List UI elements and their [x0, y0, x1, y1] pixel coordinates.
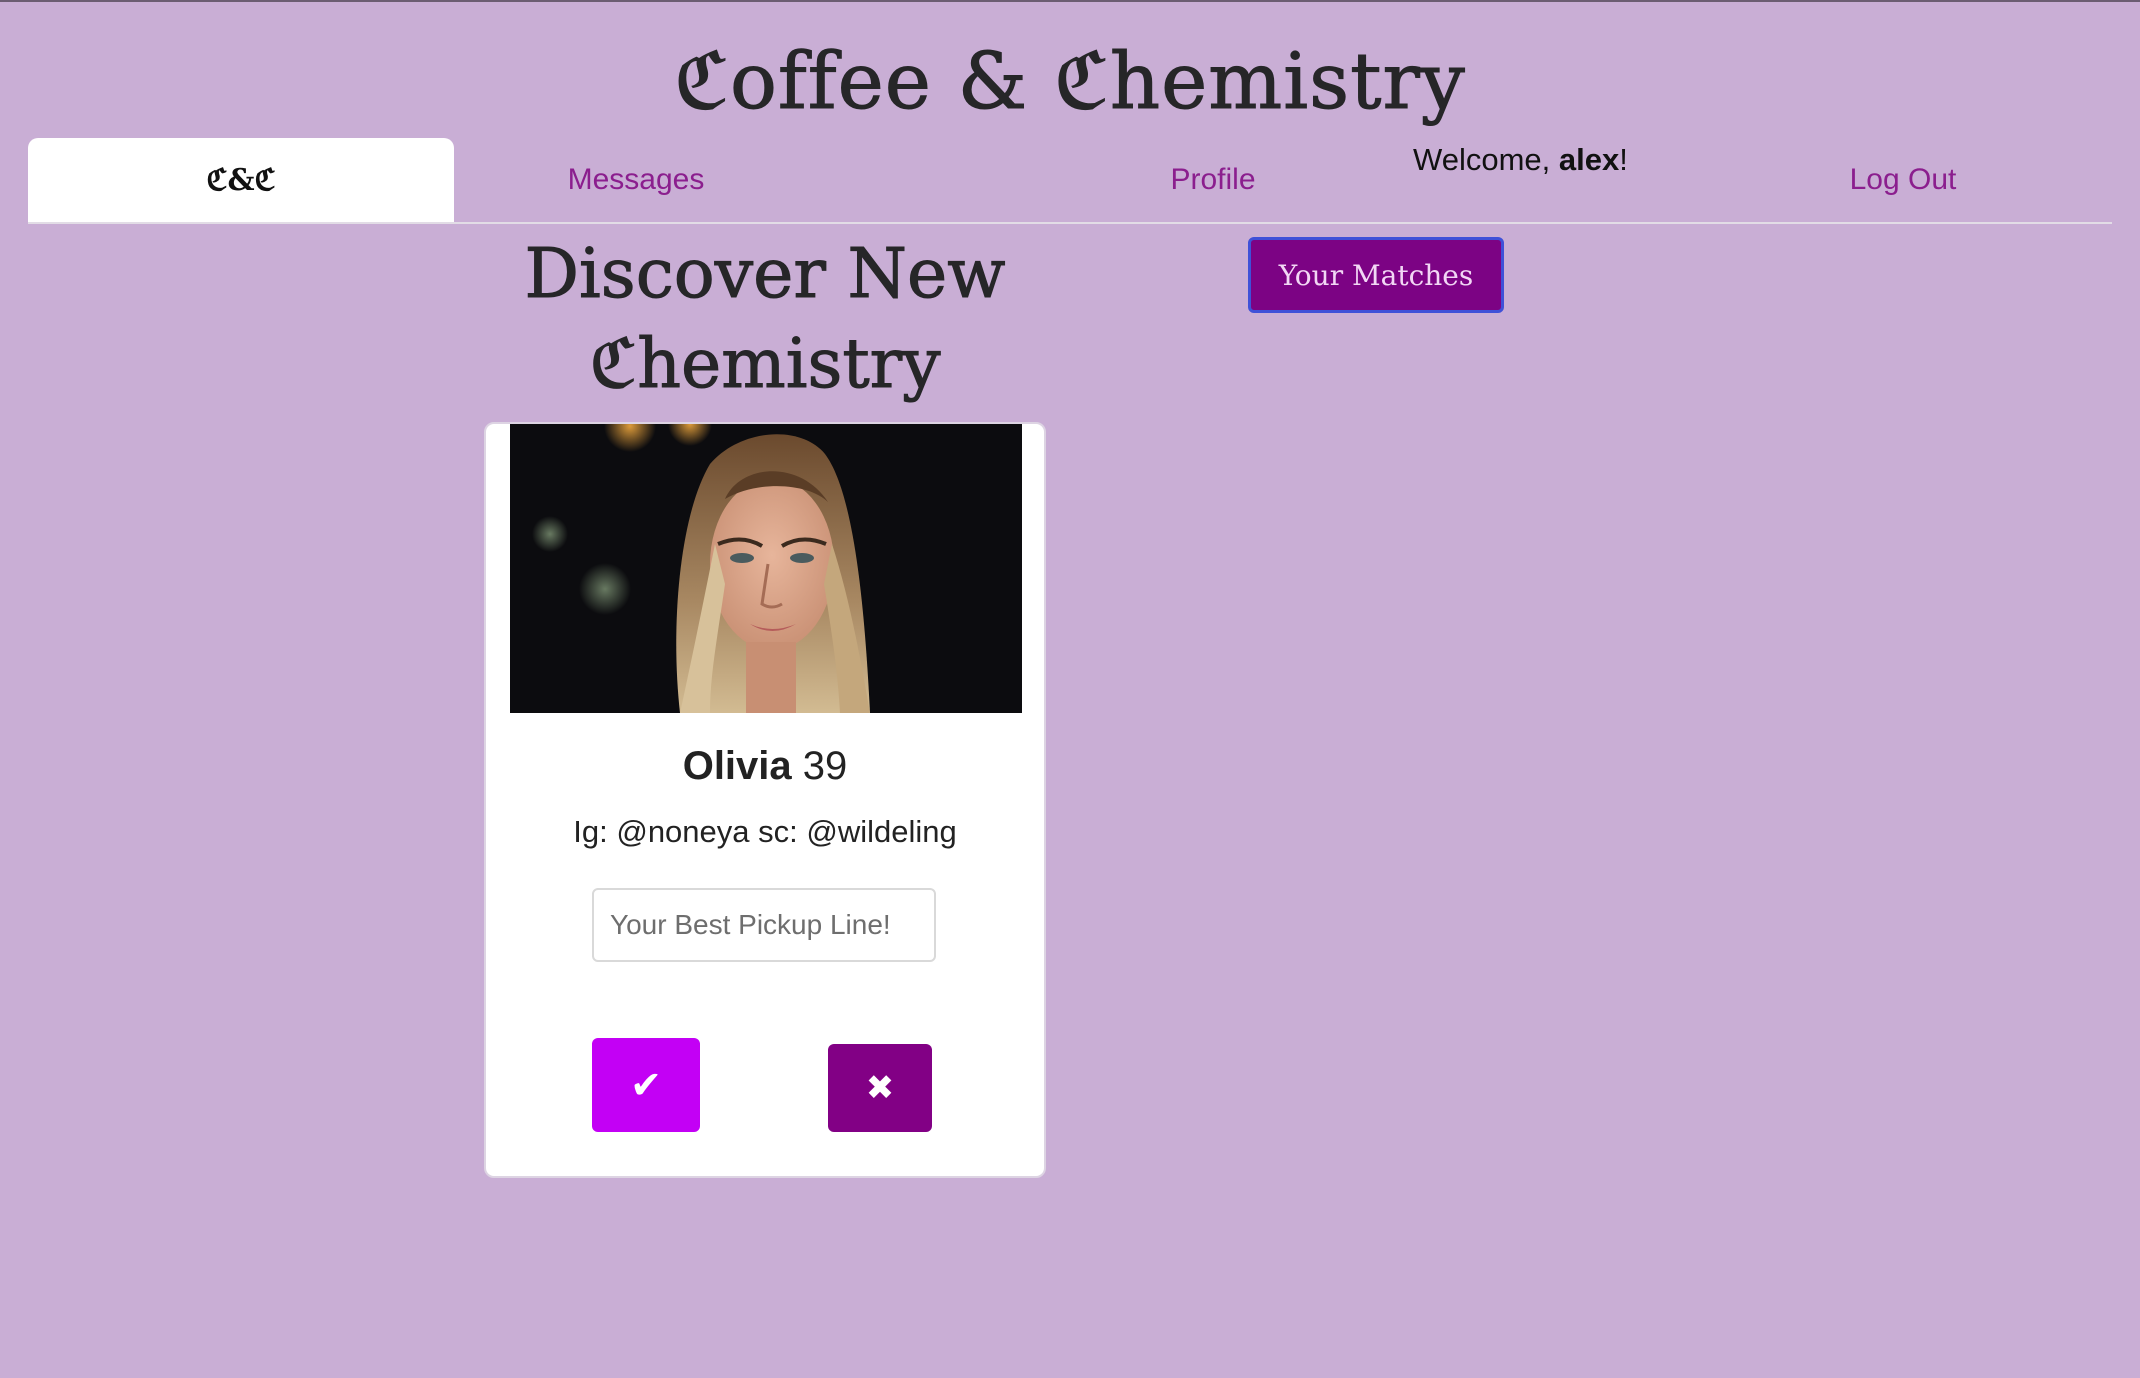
profile-age: 39	[802, 744, 848, 788]
profile-name: Olivia	[682, 744, 792, 788]
profile-photo	[510, 424, 1022, 713]
welcome-suffix: !	[1619, 142, 1628, 177]
check-icon: ✔	[630, 1063, 662, 1107]
username: alex	[1558, 142, 1620, 177]
like-button[interactable]: ✔	[592, 1038, 700, 1132]
profile-handles: Ig: @noneya sc: @wildeling	[573, 814, 957, 849]
site-title: ℭoffee & ℭhemistry	[674, 37, 1466, 128]
your-matches-button[interactable]: Your Matches	[1248, 237, 1504, 313]
pickup-line-input[interactable]	[592, 888, 936, 962]
profile-name-age: Olivia 39	[486, 744, 1044, 789]
discover-heading: Discover New ℭhemistry	[524, 235, 1006, 405]
pass-button[interactable]: ✖	[828, 1044, 932, 1132]
x-icon: ✖	[865, 1068, 895, 1108]
tab-profile[interactable]: Profile	[1088, 138, 1338, 222]
main-nav: ℭ&ℭ Messages Profile Log Out	[28, 138, 2112, 224]
tab-log-out[interactable]: Log Out	[1728, 138, 2078, 222]
tab-messages[interactable]: Messages	[454, 138, 818, 222]
welcome-prefix: Welcome,	[1413, 142, 1559, 177]
profile-photo-illustration	[510, 424, 1022, 713]
welcome-message: Welcome, alex!	[1413, 142, 1628, 178]
profile-card: Olivia 39 Ig: @noneya sc: @wildeling ✔ ✖	[484, 422, 1046, 1178]
tab-home[interactable]: ℭ&ℭ	[28, 138, 454, 222]
